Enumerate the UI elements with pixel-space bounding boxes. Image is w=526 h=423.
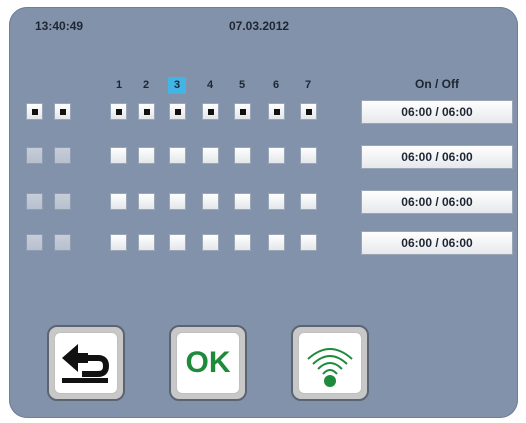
time-range-button[interactable]: 06:00 / 06:00 <box>361 100 513 124</box>
day-checkbox-2[interactable] <box>138 103 155 120</box>
day-checkbox-2[interactable] <box>138 234 155 251</box>
day-checkbox-4[interactable] <box>202 193 219 210</box>
day-checkbox-1[interactable] <box>110 103 127 120</box>
day-checkbox-3[interactable] <box>169 103 186 120</box>
day-checkbox-6[interactable] <box>268 103 285 120</box>
day-checkbox-4[interactable] <box>202 103 219 120</box>
time-range-button[interactable]: 06:00 / 06:00 <box>361 231 513 255</box>
control-panel: 13:40:49 07.03.2012 1 2 3 4 5 6 7 On / O… <box>9 7 518 418</box>
time-range-button[interactable]: 06:00 / 06:00 <box>361 190 513 214</box>
day-checkbox-7[interactable] <box>300 234 317 251</box>
day-checkbox-6[interactable] <box>268 234 285 251</box>
day-checkbox-5[interactable] <box>234 147 251 164</box>
row-enable-checkbox-b[interactable] <box>54 147 71 164</box>
current-time: 13:40:49 <box>35 19 84 33</box>
row-enable-checkbox-a[interactable] <box>26 193 43 210</box>
current-date: 07.03.2012 <box>229 19 290 33</box>
day-checkbox-3[interactable] <box>169 234 186 251</box>
ok-label: OK <box>185 346 231 379</box>
row-enable-checkbox-b[interactable] <box>54 234 71 251</box>
back-arrow-icon <box>62 344 110 383</box>
wifi-icon <box>307 348 353 387</box>
day-checkbox-5[interactable] <box>234 103 251 120</box>
day-checkbox-3[interactable] <box>169 147 186 164</box>
day-checkbox-7[interactable] <box>300 193 317 210</box>
back-button-face <box>54 332 118 394</box>
row-enable-checkbox-a[interactable] <box>26 234 43 251</box>
day-label-7: 7 <box>304 79 312 91</box>
day-checkbox-5[interactable] <box>234 234 251 251</box>
day-checkbox-4[interactable] <box>202 147 219 164</box>
day-checkbox-2[interactable] <box>138 193 155 210</box>
day-checkbox-1[interactable] <box>110 234 127 251</box>
day-checkbox-4[interactable] <box>202 234 219 251</box>
day-label-3: 3 <box>168 77 186 94</box>
day-checkbox-6[interactable] <box>268 193 285 210</box>
day-label-6: 6 <box>272 79 280 91</box>
day-checkbox-7[interactable] <box>300 103 317 120</box>
day-checkbox-2[interactable] <box>138 147 155 164</box>
day-checkbox-1[interactable] <box>110 193 127 210</box>
day-label-4: 4 <box>206 79 214 91</box>
row-enable-checkbox-b[interactable] <box>54 103 71 120</box>
wireless-button[interactable] <box>291 325 369 401</box>
day-label-1: 1 <box>115 79 123 91</box>
day-checkbox-6[interactable] <box>268 147 285 164</box>
row-enable-checkbox-b[interactable] <box>54 193 71 210</box>
day-label-2: 2 <box>142 79 150 91</box>
row-enable-checkbox-a[interactable] <box>26 103 43 120</box>
on-off-header: On / Off <box>415 77 459 91</box>
day-label-5: 5 <box>238 79 246 91</box>
day-checkbox-3[interactable] <box>169 193 186 210</box>
ok-button-face: OK <box>176 332 240 394</box>
day-checkbox-7[interactable] <box>300 147 317 164</box>
row-enable-checkbox-a[interactable] <box>26 147 43 164</box>
ok-button[interactable]: OK <box>169 325 247 401</box>
time-range-button[interactable]: 06:00 / 06:00 <box>361 145 513 169</box>
day-checkbox-5[interactable] <box>234 193 251 210</box>
wireless-button-face <box>298 332 362 394</box>
day-checkbox-1[interactable] <box>110 147 127 164</box>
back-button[interactable] <box>47 325 125 401</box>
